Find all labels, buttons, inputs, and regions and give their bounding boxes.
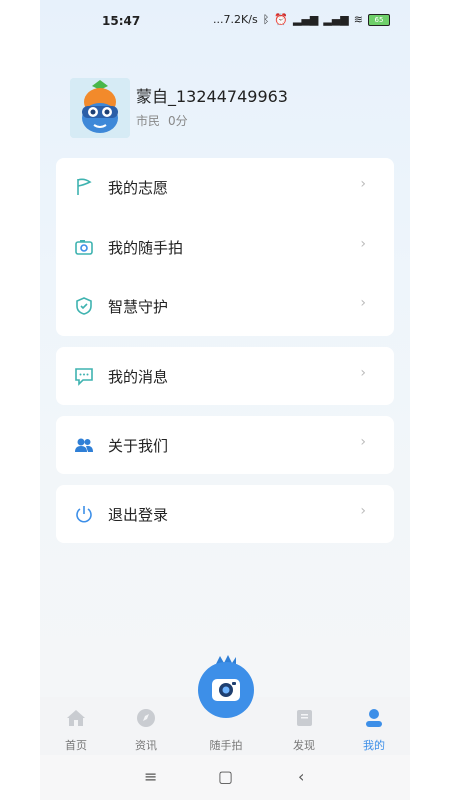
shield-icon [76,297,92,315]
signal-icon: ▂▄▆ [293,13,319,26]
user-points: 0分 [168,114,188,128]
chevron-right-icon: › [360,236,366,252]
flag-icon [77,178,92,195]
menu-item-volunteer[interactable]: 我的志愿 › [56,158,394,216]
tab-label: 随手拍 [209,739,243,752]
tab-discover[interactable]: 发现 [274,703,334,753]
tab-label: 我的 [363,739,385,752]
user-meta: 市民 0分 [136,112,196,129]
avatar[interactable] [70,78,130,138]
home-icon [67,710,85,726]
tab-home[interactable]: 首页 [46,703,106,753]
book-icon [297,710,312,726]
home-nav-button[interactable]: ▢ [218,767,233,786]
bluetooth-icon: ᛒ [262,13,270,26]
tab-mine[interactable]: 我的 [344,703,404,753]
status-bar: 15:47 ...7.2K/s ᛒ ⏰ ▂▄▆ ▂▄▆ ≋ 65 [40,0,410,40]
menu-item-about[interactable]: 关于我们 › [56,416,394,474]
menu-item-label: 关于我们 [108,437,169,455]
chevron-right-icon: › [360,295,366,311]
tab-news[interactable]: 资讯 [116,703,176,753]
menu-item-label: 退出登录 [108,506,169,524]
tab-label: 发现 [293,739,315,752]
menu-item-label: 智慧守护 [108,298,169,316]
user-role: 市民 [136,114,161,128]
menu-item-label: 我的随手拍 [108,239,184,257]
menu-card-messages: 我的消息 › [56,347,394,405]
status-icons: ...7.2K/s ᛒ ⏰ ▂▄▆ ▂▄▆ ≋ 65 [213,13,390,26]
system-nav-bar: ≡ ▢ ‹ [40,755,410,800]
chevron-right-icon: › [360,503,366,519]
menu-item-logout[interactable]: 退出登录 › [56,485,394,543]
menu-item-guard[interactable]: 智慧守护 › [56,277,394,335]
username: 蒙自_13244749963 [136,87,288,106]
signal-icon-2: ▂▄▆ [323,13,349,26]
menu-card-main: 我的志愿 › 我的随手拍 › 智慧守护 › [56,158,394,336]
wifi-icon: ≋ [353,13,363,26]
menu-item-label: 我的志愿 [108,179,169,197]
menu-card-logout: 退出登录 › [56,485,394,543]
menu-item-messages[interactable]: 我的消息 › [56,347,394,405]
battery-icon: 65 [368,13,390,26]
tab-label: 首页 [65,739,87,752]
power-icon [76,506,92,523]
network-speed: ...7.2K/s [213,13,258,26]
chevron-right-icon: › [360,176,366,192]
camera-icon [75,240,93,255]
menu-item-label: 我的消息 [108,368,169,386]
back-nav-button[interactable]: ‹ [298,767,304,786]
phone-screen: 15:47 ...7.2K/s ᛒ ⏰ ▂▄▆ ▂▄▆ ≋ 65 蒙自_1324… [40,0,410,800]
chevron-right-icon: › [360,365,366,381]
menu-nav-button[interactable]: ≡ [144,767,157,786]
people-icon [75,438,93,452]
message-icon [75,368,93,386]
menu-card-about: 关于我们 › [56,416,394,474]
profile-header[interactable]: 蒙自_13244749963 市民 0分 [70,78,390,140]
chevron-right-icon: › [360,434,366,450]
camera-mascot-button[interactable] [194,654,258,718]
menu-item-snapshot[interactable]: 我的随手拍 › [56,218,394,276]
compass-icon [137,709,155,727]
status-time: 15:47 [102,14,141,28]
person-icon [366,709,382,727]
tab-label: 资讯 [135,739,157,752]
alarm-icon: ⏰ [274,13,288,26]
